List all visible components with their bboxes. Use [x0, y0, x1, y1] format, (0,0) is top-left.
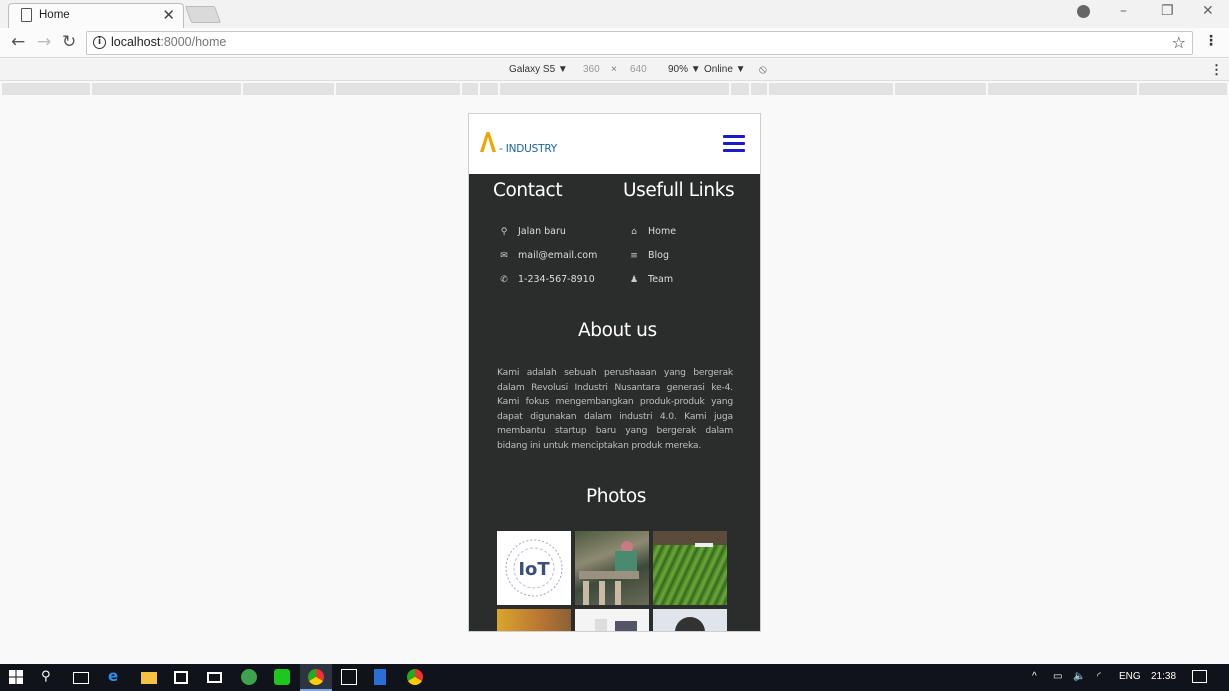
- url-text[interactable]: localhost:8000/home: [111, 35, 226, 49]
- tab-title: Home: [39, 9, 70, 21]
- bookmark-star-icon[interactable]: ☆: [1172, 33, 1186, 52]
- link-blog[interactable]: Blog: [648, 250, 669, 261]
- clock[interactable]: 21:38: [1151, 671, 1176, 682]
- photo-field[interactable]: [653, 531, 727, 605]
- logo-text[interactable]: - INDUSTRY: [499, 143, 557, 155]
- forward-icon[interactable]: →: [37, 32, 51, 52]
- browser-toolbar: ← → ↻ i localhost:8000/home ☆ ⋮: [0, 28, 1229, 58]
- chrome-icon-2[interactable]: [407, 669, 423, 685]
- iot-label: IoT: [518, 559, 550, 580]
- close-window-icon[interactable]: ✕: [1202, 3, 1214, 19]
- logo-icon[interactable]: [479, 130, 497, 152]
- line-icon[interactable]: [274, 669, 290, 685]
- search-icon[interactable]: ⚲: [41, 669, 57, 685]
- photos-icon[interactable]: [341, 669, 357, 685]
- file-explorer-icon[interactable]: [141, 672, 157, 684]
- chrome-icon[interactable]: [308, 669, 324, 685]
- back-icon[interactable]: ←: [11, 32, 25, 52]
- new-tab-button[interactable]: [184, 6, 222, 23]
- browser-menu-icon[interactable]: ⋮: [1204, 33, 1218, 49]
- address-bar[interactable]: i localhost:8000/home ☆: [86, 31, 1193, 55]
- device-toolbar-menu-icon[interactable]: ⋮: [1210, 62, 1223, 78]
- mail-icon[interactable]: [207, 672, 222, 683]
- wifi-icon[interactable]: ◜: [1097, 671, 1101, 682]
- emulated-viewport: - INDUSTRY Contact Usefull Links ⚲ Jalan…: [0, 96, 1229, 664]
- language-indicator[interactable]: ENG: [1119, 671, 1141, 682]
- viewport-width[interactable]: 360: [583, 64, 600, 75]
- volume-icon[interactable]: 🔈: [1073, 671, 1085, 682]
- browser-titlebar: Home ✕ – ❐ ✕: [0, 0, 1229, 28]
- viewport-height[interactable]: 640: [630, 64, 647, 75]
- task-view-icon[interactable]: [73, 672, 89, 684]
- photo-factory[interactable]: [575, 531, 649, 605]
- tray-chevron-icon[interactable]: ^: [1032, 671, 1037, 682]
- about-heading: About us: [578, 320, 657, 341]
- about-text: Kami adalah sebuah perushaaan yang berge…: [497, 367, 733, 451]
- home-icon: ⌂: [631, 227, 637, 237]
- edge-icon[interactable]: e: [108, 667, 124, 685]
- contact-email[interactable]: mail@email.com: [518, 250, 597, 261]
- user-icon: ♟: [629, 275, 639, 285]
- app-green-icon[interactable]: [241, 669, 257, 685]
- zoom-select[interactable]: 90% ▼: [668, 64, 701, 75]
- contact-heading: Contact: [493, 180, 563, 201]
- taskbar: ⚲ e ^ ▭ 🔈 ◜ ENG 21:38: [0, 664, 1229, 691]
- device-screen: - INDUSTRY Contact Usefull Links ⚲ Jalan…: [468, 113, 761, 632]
- map-marker-icon: ⚲: [500, 227, 508, 237]
- contact-phone[interactable]: 1-234-567-8910: [518, 274, 595, 285]
- site-navbar: - INDUSTRY: [469, 114, 760, 174]
- page-icon: [21, 8, 32, 22]
- restore-icon[interactable]: ❐: [1161, 3, 1174, 19]
- dimension-separator: ×: [611, 64, 617, 75]
- document-icon[interactable]: [374, 669, 386, 685]
- close-tab-icon[interactable]: ✕: [162, 6, 175, 24]
- device-select[interactable]: Galaxy S5 ▼: [509, 64, 568, 75]
- info-icon[interactable]: i: [93, 36, 106, 49]
- photos-heading: Photos: [586, 486, 647, 507]
- photo-iot[interactable]: IoT: [497, 531, 571, 605]
- contact-address: Jalan baru: [518, 226, 566, 237]
- minimize-icon[interactable]: –: [1120, 3, 1127, 19]
- profile-icon[interactable]: [1077, 5, 1090, 18]
- envelope-icon: ✉: [500, 251, 508, 261]
- action-center-icon[interactable]: [1192, 670, 1207, 683]
- links-heading: Usefull Links: [623, 180, 735, 201]
- network-select[interactable]: Online ▼: [704, 64, 746, 75]
- photo-4[interactable]: [497, 609, 571, 631]
- reload-icon[interactable]: ↻: [62, 32, 76, 52]
- list-icon: ≡: [630, 251, 638, 261]
- device-toolbar: Galaxy S5 ▼ 360 × 640 90% ▼ Online ▼ ⦸ ⋮: [0, 59, 1229, 81]
- phone-icon: ✆: [500, 275, 508, 285]
- rotate-icon[interactable]: ⦸: [759, 62, 767, 77]
- link-home[interactable]: Home: [648, 226, 676, 237]
- photo-5[interactable]: [575, 609, 649, 631]
- browser-tab[interactable]: Home ✕: [8, 3, 184, 28]
- store-icon[interactable]: [174, 671, 188, 684]
- windows-start-icon[interactable]: [8, 669, 24, 685]
- link-team[interactable]: Team: [648, 274, 673, 285]
- photo-6[interactable]: [653, 609, 727, 631]
- hamburger-menu-icon[interactable]: [723, 135, 745, 153]
- battery-icon[interactable]: ▭: [1053, 671, 1062, 682]
- media-query-ruler: [0, 82, 1229, 96]
